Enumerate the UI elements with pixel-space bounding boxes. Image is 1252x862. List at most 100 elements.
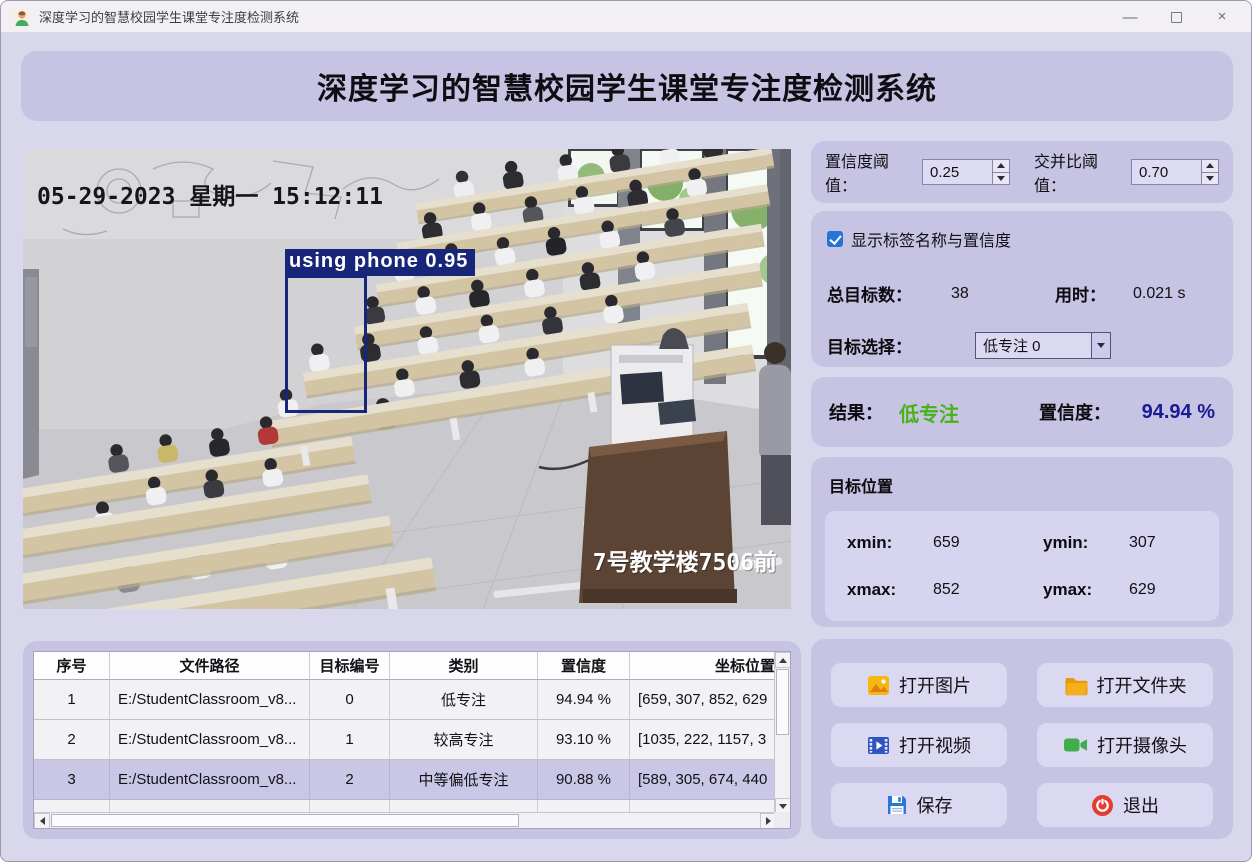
xmin-value: 659 [933,533,960,551]
xmin-label: xmin: [847,532,893,552]
scroll-up-icon [779,657,787,663]
scroll-up-button[interactable] [775,652,790,668]
page-banner: 深度学习的智慧校园学生课堂专注度检测系统 [21,51,1233,121]
confidence-spin-down-button[interactable] [993,171,1009,184]
power-icon [1092,794,1113,816]
window-title: 深度学习的智慧校园学生课堂专注度检测系统 [39,10,300,25]
col-header-confidence[interactable]: 置信度 [538,652,630,680]
table-row[interactable]: 1 E:/StudentClassroom_v8... 0 低专注 94.94 … [34,680,776,720]
iou-spin-down-button[interactable] [1202,171,1218,184]
col-header-target-id[interactable]: 目标编号 [310,652,390,680]
classroom-photo [23,149,791,609]
scroll-right-icon [765,817,771,825]
spin-up-icon [1206,163,1214,169]
col-header-filepath[interactable]: 文件路径 [110,652,310,680]
maximize-icon [1170,11,1182,23]
page-title: 深度学习的智慧校园学生课堂专注度检测系统 [317,73,937,106]
open-image-button[interactable]: 打开图片 [831,663,1007,707]
confidence-threshold-input[interactable] [923,160,992,184]
spin-down-icon [997,175,1005,181]
iou-spin-up-button[interactable] [1202,160,1218,172]
exit-button[interactable]: 退出 [1037,783,1213,827]
vertical-scroll-thumb[interactable] [776,669,789,735]
table-horizontal-scrollbar[interactable] [34,812,776,828]
exit-label: 退出 [1123,796,1159,816]
open-camera-label: 打开摄像头 [1097,736,1187,756]
save-icon [887,796,906,814]
video-icon [868,736,889,754]
save-label: 保存 [916,796,953,816]
detection-label: using phone 0.95 [285,249,476,276]
show-labels-row: 显示标签名称与置信度 [827,227,1217,251]
table-vertical-scrollbar[interactable] [774,652,790,814]
minimize-button[interactable]: — [1107,1,1153,33]
window-titlebar: 深度学习的智慧校园学生课堂专注度检测系统 — × [1,1,1251,33]
table-row[interactable]: 2 E:/StudentClassroom_v8... 1 较高专注 93.10… [34,720,776,760]
scroll-left-icon [39,817,45,825]
open-folder-button[interactable]: 打开文件夹 [1037,663,1213,707]
open-video-label: 打开视频 [899,736,971,756]
dropdown-button[interactable] [1091,333,1110,358]
ymax-label: ymax: [1043,579,1093,599]
result-label: 结果： [829,403,883,423]
position-values-box: xmin: 659 ymin: 307 xmax: 852 ymax: 629 [825,511,1219,621]
confidence-spin-up-button[interactable] [993,160,1009,172]
iou-threshold-label: 交并比阈值： [1034,154,1099,195]
show-labels-label: 显示标签名称与置信度 [851,233,1012,250]
table-header-row: 序号 文件路径 目标编号 类别 置信度 坐标位置 [34,652,776,680]
app-window: 深度学习的智慧校园学生课堂专注度检测系统 — × 深度学习的智慧校园学生课堂专注… [0,0,1252,862]
confidence-threshold-label: 置信度阈值： [825,154,890,195]
folder-icon [1065,677,1087,695]
open-camera-button[interactable]: 打开摄像头 [1037,723,1213,767]
options-panel: 显示标签名称与置信度 总目标数： 38 用时： 0.021 s 目标选择： 低专… [811,211,1233,367]
elapsed-time-value: 0.021 s [1133,284,1186,302]
camera-icon [1064,738,1087,752]
close-button[interactable]: × [1199,1,1245,33]
confidence-threshold-spinner[interactable] [922,159,1010,185]
show-labels-checkbox[interactable] [827,231,843,247]
result-confidence-label: 置信度： [1039,403,1111,423]
total-targets-value: 38 [951,284,969,302]
detection-bounding-box [285,275,367,413]
detection-image-view: 05-29-2023 星期一 15:12:11 using phone 0.95… [23,149,791,609]
scroll-left-button[interactable] [34,813,50,828]
iou-threshold-input[interactable] [1132,160,1201,184]
maximize-button[interactable] [1153,1,1199,33]
detections-table: 序号 文件路径 目标编号 类别 置信度 坐标位置 1 E:/StudentCla… [33,651,791,829]
ymin-label: ymin: [1043,532,1089,552]
target-select-row: 目标选择： 低专注 0 [827,332,1217,359]
col-header-class[interactable]: 类别 [390,652,538,680]
open-folder-label: 打开文件夹 [1096,676,1187,696]
elapsed-time-label: 用时： [1055,286,1106,305]
spin-down-icon [1206,175,1214,181]
xmax-label: xmax: [847,579,897,599]
scrollbar-corner [774,812,790,828]
save-button[interactable]: 保存 [831,783,1007,827]
spin-up-icon [997,163,1005,169]
xmax-value: 852 [933,580,960,598]
open-video-button[interactable]: 打开视频 [831,723,1007,767]
camera-timestamp: 05-29-2023 星期一 15:12:11 [37,184,383,210]
target-select-dropdown[interactable]: 低专注 0 [975,332,1111,359]
result-value: 低专注 [899,403,959,426]
target-position-title: 目标位置 [829,479,894,496]
detections-table-panel: 序号 文件路径 目标编号 类别 置信度 坐标位置 1 E:/StudentCla… [23,641,801,839]
iou-threshold-spinner[interactable] [1131,159,1219,185]
window-controls: — × [1107,1,1245,33]
target-position-panel: 目标位置 xmin: 659 ymin: 307 xmax: 852 ymax:… [811,457,1233,627]
ymin-value: 307 [1129,533,1156,551]
image-icon [868,675,889,695]
table-row-selected[interactable]: 3 E:/StudentClassroom_v8... 2 中等偏低专注 90.… [34,760,776,800]
camera-location-watermark: 7号教学楼7506前 [592,550,777,576]
open-image-label: 打开图片 [899,676,971,696]
result-panel: 结果： 低专注 置信度： 94.94 % [811,377,1233,447]
horizontal-scroll-thumb[interactable] [51,814,519,827]
col-header-index[interactable]: 序号 [34,652,110,680]
target-selected-value: 低专注 0 [983,338,1041,355]
stats-row: 总目标数： 38 用时： 0.021 s [827,281,1217,306]
col-header-coordinates[interactable]: 坐标位置 [630,652,776,680]
thresholds-panel: 置信度阈值： 交并比阈值： [811,141,1233,203]
target-select-label: 目标选择： [827,338,912,357]
total-targets-label: 总目标数： [827,286,912,305]
scroll-down-icon [779,803,787,809]
